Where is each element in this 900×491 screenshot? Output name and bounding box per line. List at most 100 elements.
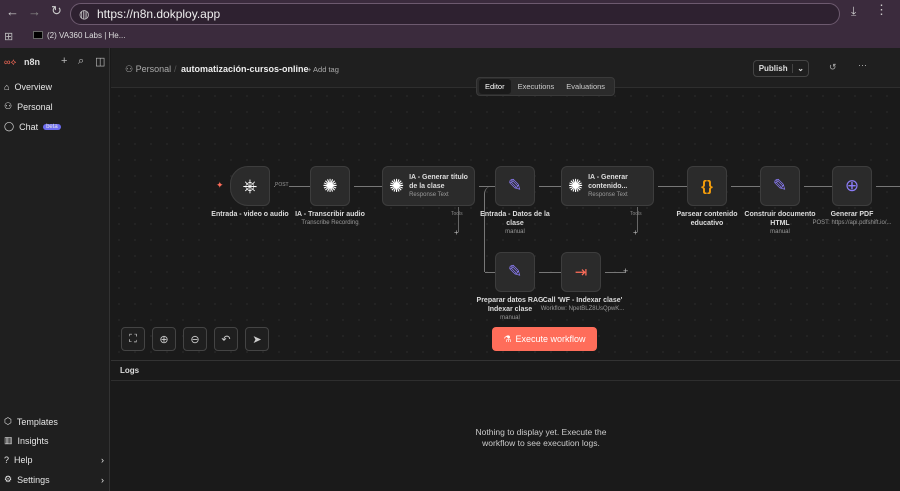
view-tabs: Editor Executions Evaluations	[476, 77, 615, 96]
pencil-icon: ✎	[507, 262, 523, 281]
zoom-out-button[interactable]: ⊖	[183, 327, 207, 351]
publish-button[interactable]: Publish ⌄	[753, 60, 809, 77]
zoom-out-icon: ⊖	[190, 333, 200, 346]
tab-executions[interactable]: Executions	[513, 79, 560, 94]
globe-icon: ◍	[79, 7, 90, 21]
zoom-in-icon: ⊕	[159, 333, 169, 346]
sidebar-item-chat[interactable]: ◯ Chat beta	[4, 121, 61, 132]
back-icon[interactable]: ←	[6, 4, 19, 19]
edge-label: POST	[275, 182, 289, 188]
undo-icon: ↶	[221, 333, 231, 346]
tools-label: Tools	[630, 211, 642, 217]
node-class-data[interactable]: ✎	[495, 166, 535, 206]
node-generate-pdf[interactable]: ⊕	[832, 166, 872, 206]
label: Help	[14, 455, 33, 465]
reload-icon[interactable]: ↻	[51, 3, 62, 19]
node-transcribe[interactable]: ✺	[310, 166, 350, 206]
add-tool-icon[interactable]: +	[454, 228, 459, 237]
connection-edge	[539, 272, 561, 273]
more-icon[interactable]: ⋯	[858, 60, 867, 71]
sidebar-item-settings[interactable]: ⚙ Settings ›	[4, 474, 104, 485]
label: Personal	[17, 101, 53, 112]
sidebar-item-help[interactable]: ? Help ›	[4, 455, 104, 465]
connection-edge	[605, 272, 625, 273]
webhook-icon: ⎈	[242, 175, 258, 196]
address-bar[interactable]: ◍ https://n8n.dokploy.app	[70, 3, 840, 25]
tab-evaluations[interactable]: Evaluations	[561, 79, 610, 94]
openai-icon: ✺	[322, 175, 338, 196]
node-label: Call 'WF - Indexar clase' Workflow: NpetB…	[540, 297, 625, 312]
url-text: https://n8n.dokploy.app	[97, 7, 221, 21]
label: Insights	[17, 435, 49, 446]
reset-zoom-button[interactable]: ↶	[214, 327, 238, 351]
chevron-right-icon: ›	[101, 455, 104, 465]
breadcrumb-project[interactable]: ⚇ Personal	[125, 64, 171, 75]
fit-view-button[interactable]: ⛶	[121, 327, 145, 351]
zoom-in-button[interactable]: ⊕	[152, 327, 176, 351]
publish-label: Publish	[754, 64, 794, 73]
n8n-logo-icon: ∞⟡	[4, 57, 17, 67]
node-label: Entrada - Datos de la clase manual	[480, 211, 550, 235]
bookmark-favicon	[33, 31, 43, 39]
connection-edge	[354, 186, 382, 187]
globe-icon: ⊕	[844, 176, 860, 195]
sidebar-item-insights[interactable]: ▥ Insights	[4, 435, 49, 446]
connection-edge	[731, 186, 760, 187]
insights-icon: ▥	[4, 435, 13, 445]
search-icon[interactable]: ⌕	[78, 55, 84, 68]
workflow-name[interactable]: automatización-cursos-online	[181, 64, 309, 74]
add-tag-button[interactable]: + Add tag	[307, 65, 339, 74]
label: Overview	[14, 82, 52, 92]
label: Templates	[16, 416, 58, 427]
node-parse-content[interactable]: {}	[687, 166, 727, 206]
history-icon[interactable]: ↺	[829, 62, 837, 73]
pencil-icon: ✎	[507, 176, 523, 195]
execute-label: Execute workflow	[515, 334, 586, 344]
bookmark-item[interactable]: (2) VA360 Labs | He...	[47, 31, 125, 40]
openai-icon: ✺	[389, 175, 405, 196]
node-prepare-rag[interactable]: ✎	[495, 252, 535, 292]
user-icon: ⚇	[4, 101, 13, 111]
node-generate-content[interactable]: ✺ IA - Generar contenido... Response Text	[561, 166, 654, 206]
chevron-down-icon[interactable]: ⌄	[793, 64, 808, 73]
node-label: Preparar datos RAG Indexar clase manual	[476, 297, 544, 321]
breadcrumb-separator: /	[174, 64, 177, 74]
flask-icon: ⚗	[503, 333, 512, 344]
project-name: Personal	[135, 64, 172, 74]
node-build-html[interactable]: ✎	[760, 166, 800, 206]
forward-icon[interactable]: →	[28, 4, 41, 19]
browser-chrome: ← → ↻ ◍ https://n8n.dokploy.app ⤓ ⋮ ⊞ (2)…	[0, 0, 900, 48]
tab-editor[interactable]: Editor	[479, 79, 511, 94]
connection-edge	[876, 186, 900, 187]
logs-title: Logs	[120, 366, 140, 375]
node-index-class[interactable]: ⇥	[561, 252, 601, 292]
brand-name: n8n	[24, 57, 41, 67]
node-label: IA - Transcribir audio Transcribe Recordi…	[295, 211, 365, 226]
sidebar-item-overview[interactable]: ⌂ Overview	[4, 82, 52, 92]
sidebar: ∞⟡ n8n + ⌕ ◫ ⌂ Overview ⚇ Personal ◯ Chat be…	[0, 48, 110, 491]
chevron-right-icon: ›	[101, 474, 104, 485]
sidebar-item-templates[interactable]: ⬡ Templates	[4, 416, 58, 427]
tidy-up-button[interactable]: ➤	[245, 327, 269, 351]
panel-toggle-icon[interactable]: ◫	[95, 55, 105, 68]
apps-icon[interactable]: ⊞	[4, 30, 13, 43]
download-icon[interactable]: ⤓	[851, 4, 856, 19]
home-icon: ⌂	[4, 82, 10, 92]
menu-icon[interactable]: ⋮	[875, 2, 888, 18]
add-node-icon[interactable]: +	[623, 266, 628, 276]
pencil-icon: ✎	[772, 176, 788, 195]
sidebar-item-personal[interactable]: ⚇ Personal	[4, 101, 53, 112]
workflow-header: ⚇ Personal / automatización-cursos-onlin…	[111, 48, 900, 96]
label: Chat	[19, 121, 39, 132]
execute-workflow-button[interactable]: ⚗ Execute workflow	[492, 327, 597, 351]
node-webhook[interactable]: ⎈	[230, 166, 270, 206]
logs-panel: Logs Nothing to display yet. Execute the…	[111, 360, 900, 491]
logs-empty-message: Nothing to display yet. Execute the work…	[475, 427, 607, 448]
connection-edge	[485, 272, 495, 273]
node-generate-title[interactable]: ✺ IA - Generar título de la clase Response…	[382, 166, 475, 206]
fit-view-icon: ⛶	[129, 332, 137, 345]
add-tool-icon[interactable]: +	[633, 228, 638, 237]
plus-icon[interactable]: +	[61, 55, 67, 67]
logs-header[interactable]: Logs	[111, 361, 900, 381]
beta-badge: beta	[43, 123, 61, 130]
